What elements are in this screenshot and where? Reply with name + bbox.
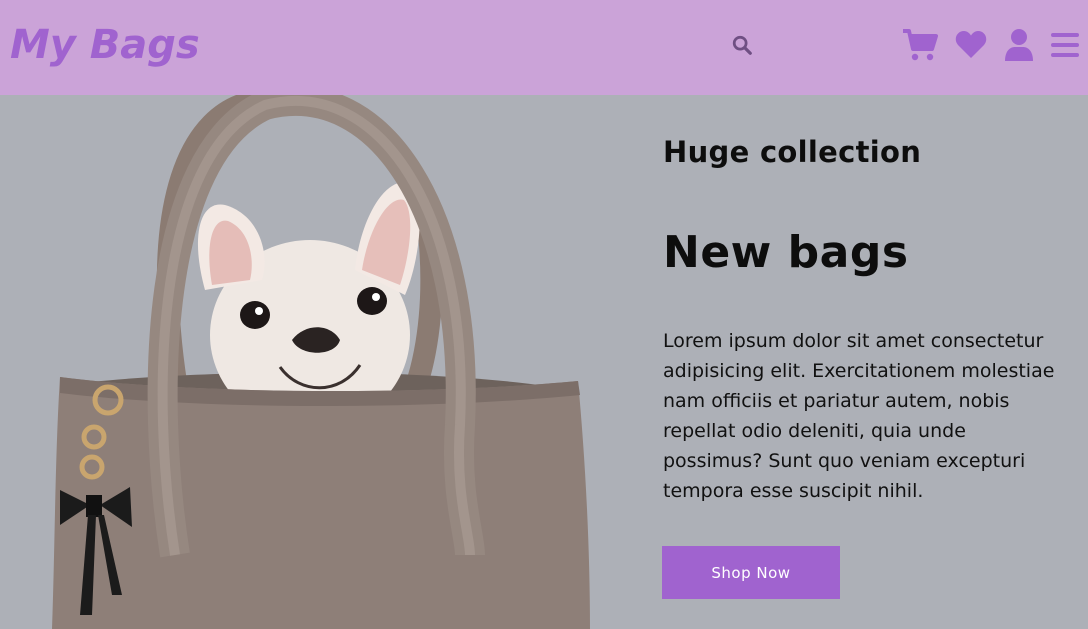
logo[interactable]: My Bags <box>10 20 200 70</box>
hero-title: New bags <box>663 227 909 278</box>
menu-icon[interactable] <box>1050 28 1080 62</box>
cart-icon[interactable] <box>902 28 938 62</box>
hero-image <box>0 95 640 629</box>
heart-icon[interactable] <box>955 28 987 62</box>
user-icon[interactable] <box>1005 28 1033 62</box>
header: My Bags <box>0 0 1088 95</box>
hero-description: Lorem ipsum dolor sit amet consectetur a… <box>663 330 1055 502</box>
hero-subtitle: Huge collection <box>663 135 922 169</box>
shop-now-button[interactable]: Shop Now <box>662 546 840 599</box>
search-icon[interactable] <box>731 34 753 56</box>
